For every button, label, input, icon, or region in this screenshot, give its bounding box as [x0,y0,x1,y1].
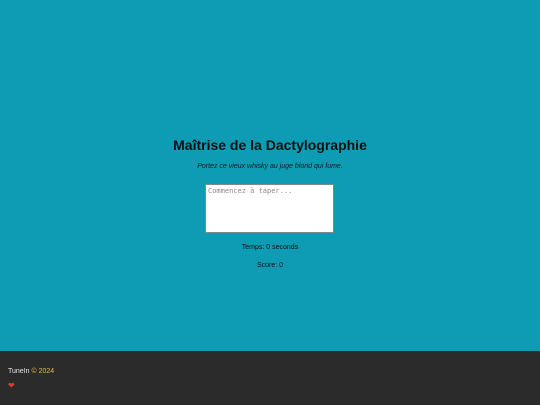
footer [0,351,540,405]
footer-brand: TuneIn [8,368,30,375]
time-display: Temps: 0 seconds [241,244,299,251]
heart-icon: ❤ [8,381,15,390]
score-display: Score: 0 [256,262,284,269]
target-sentence: Portez ce vieux whisky au juge blond qui… [197,163,343,170]
footer-year: 2024 [38,368,55,375]
typing-input[interactable] [205,184,334,233]
footer-copyright: TuneIn © 2024 [8,368,54,375]
main-area [0,0,540,351]
copyright-symbol: © [31,368,37,375]
page-title: Maîtrise de la Dactylographie [173,137,367,153]
